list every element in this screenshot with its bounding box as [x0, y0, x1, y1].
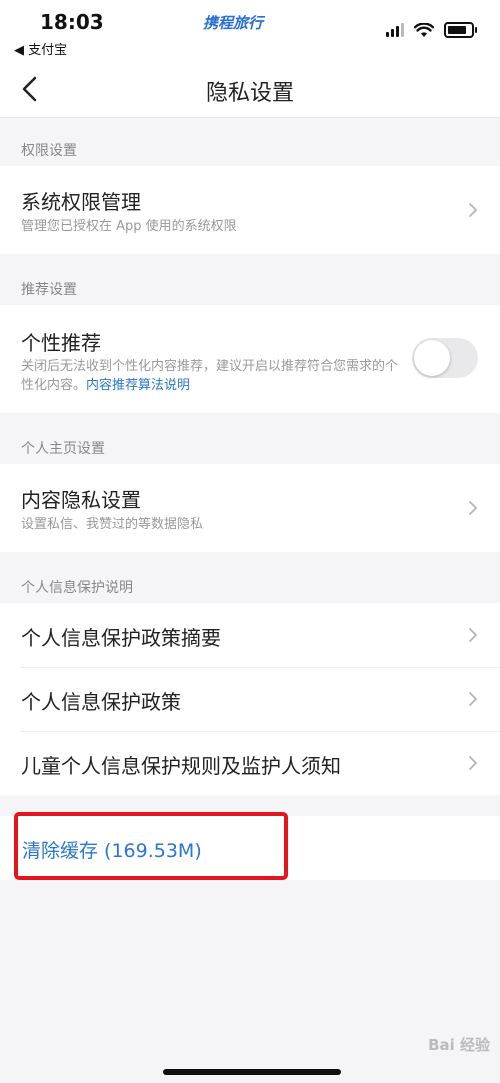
recommend-description: 关闭后无法收到个性化内容推荐，建议开启以推荐符合您需求的个性化内容。: [21, 359, 399, 393]
row-title: 儿童个人信息保护规则及监护人须知: [21, 754, 341, 778]
row-subtitle: 管理您已授权在 App 使用的系统权限: [21, 219, 237, 234]
section-header-protection: 个人信息保护说明: [21, 580, 133, 596]
section-header-permissions: 权限设置: [21, 143, 77, 159]
row-title: 个性推荐: [21, 331, 101, 355]
back-to-app-link[interactable]: ◀ 支付宝: [14, 39, 67, 58]
row-subtitle: 设置私信、我赞过的等数据隐私: [21, 517, 204, 532]
row-content-privacy[interactable]: 内容隐私设置 设置私信、我赞过的等数据隐私: [0, 464, 500, 552]
row-system-permissions[interactable]: 系统权限管理 管理您已授权在 App 使用的系统权限: [0, 166, 500, 254]
row-title: 个人信息保护政策: [21, 690, 181, 714]
section-header-profile: 个人主页设置: [21, 441, 105, 457]
row-title: 个人信息保护政策摘要: [21, 626, 221, 650]
recommend-toggle[interactable]: [412, 338, 478, 378]
watermark: Bai 经验: [428, 1036, 490, 1054]
chevron-right-icon: [469, 628, 478, 642]
row-title: 内容隐私设置: [21, 488, 141, 512]
home-indicator[interactable]: [163, 1069, 341, 1075]
highlight-annotation-box: [14, 812, 288, 880]
list-item-policy-summary[interactable]: 个人信息保护政策摘要: [0, 603, 500, 667]
row-subtitle: 关闭后无法收到个性化内容推荐，建议开启以推荐符合您需求的个性化内容。内容推荐算法…: [21, 357, 401, 395]
row-title: 系统权限管理: [21, 190, 141, 214]
status-icons: [386, 22, 477, 38]
algorithm-explanation-link[interactable]: 内容推荐算法说明: [86, 378, 190, 393]
chevron-right-icon: [469, 501, 478, 515]
protection-list: 个人信息保护政策摘要 个人信息保护政策 儿童个人信息保护规则及监护人须知: [0, 603, 500, 795]
chevron-right-icon: [469, 692, 478, 706]
nav-bar: 隐私设置: [0, 62, 500, 118]
toggle-knob: [414, 340, 450, 376]
wifi-icon: [414, 22, 434, 37]
status-time: 18:03: [40, 10, 104, 34]
chevron-right-icon: [469, 203, 478, 217]
chevron-right-icon: [469, 756, 478, 770]
status-bar: 18:03 ◀ 支付宝 携程旅行: [0, 0, 500, 62]
battery-icon: [444, 22, 477, 38]
signal-icon: [386, 23, 404, 37]
section-header-recommend: 推荐设置: [21, 282, 77, 298]
list-item-children-rules[interactable]: 儿童个人信息保护规则及监护人须知: [0, 732, 500, 795]
list-item-policy[interactable]: 个人信息保护政策: [0, 668, 500, 731]
row-personal-recommend: 个性推荐 关闭后无法收到个性化内容推荐，建议开启以推荐符合您需求的个性化内容。内…: [0, 305, 500, 413]
page-title: 隐私设置: [205, 81, 294, 106]
brand-logo: 携程旅行: [203, 14, 264, 32]
